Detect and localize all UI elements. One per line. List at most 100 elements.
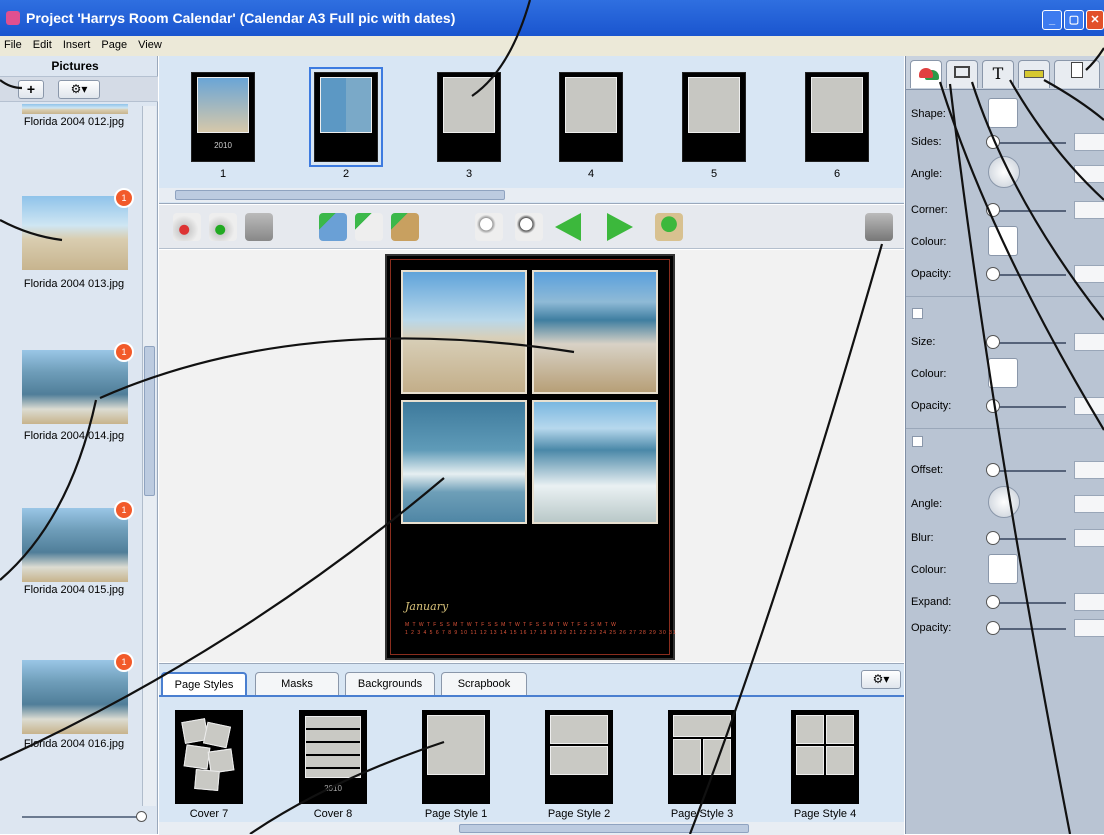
page-thumb-selected[interactable] (309, 67, 383, 167)
blur-field[interactable] (1074, 529, 1104, 547)
add-picture-icon[interactable] (319, 213, 347, 241)
menu-edit[interactable]: Edit (29, 36, 56, 51)
shape-tab-icon[interactable] (910, 60, 942, 88)
corner-field[interactable] (1074, 201, 1104, 219)
angle-dial[interactable] (988, 156, 1020, 188)
ruler-tab-icon[interactable] (1018, 60, 1050, 88)
pictures-gear-button[interactable]: ⚙▾ (58, 80, 100, 99)
sides-field[interactable] (1074, 133, 1104, 151)
border-colour-swatch[interactable] (988, 358, 1018, 388)
page-thumb[interactable]: 2010 (191, 72, 255, 162)
calendar-page[interactable]: January M T W T F S S M T W T F S S M T … (385, 254, 676, 660)
picture-thumb[interactable]: 1 (22, 500, 134, 582)
tab-scrapbook[interactable]: Scrapbook (441, 672, 527, 696)
menu-file[interactable]: File (0, 36, 26, 51)
photo-slot[interactable] (401, 400, 527, 524)
page-style-thumb[interactable] (545, 710, 613, 804)
page-thumb-placeholder (443, 77, 495, 133)
shadow-colour-swatch[interactable] (988, 554, 1018, 584)
tab-underline (159, 695, 904, 697)
add-text-icon[interactable] (355, 213, 383, 241)
shadow-angle-dial[interactable] (988, 486, 1020, 518)
page-style-thumb[interactable] (791, 710, 859, 804)
page-tab-icon[interactable] (1054, 60, 1100, 88)
page-thumb[interactable] (682, 72, 746, 162)
slider-knob[interactable] (136, 811, 147, 822)
delete-icon[interactable] (245, 213, 273, 241)
page-thumb-caption: 2010 (214, 141, 232, 150)
previous-page-icon[interactable] (555, 213, 581, 241)
preview-book-icon[interactable] (655, 213, 683, 241)
page-style-thumb[interactable] (422, 710, 490, 804)
page-thumb[interactable] (805, 72, 869, 162)
slider-knob[interactable] (986, 595, 1000, 609)
close-button[interactable]: ✕ (1086, 10, 1104, 30)
undo-icon[interactable] (173, 213, 201, 241)
shopping-cart-icon[interactable] (865, 213, 893, 241)
redo-icon[interactable] (209, 213, 237, 241)
scrollbar-thumb[interactable] (459, 824, 749, 833)
photo-slot[interactable] (532, 400, 658, 524)
tab-masks[interactable]: Masks (255, 672, 339, 696)
text-tab-icon[interactable]: T (982, 60, 1014, 88)
scrollbar-thumb[interactable] (175, 190, 505, 200)
photo-slot[interactable] (532, 270, 658, 394)
styles-gear-button[interactable]: ⚙▾ (861, 670, 901, 689)
slider-knob[interactable] (986, 203, 1000, 217)
usage-badge: 1 (114, 652, 134, 672)
slider-knob[interactable] (986, 621, 1000, 635)
scrollbar-thumb[interactable] (144, 346, 155, 496)
menu-bar: File Edit Insert Page View (0, 36, 1104, 56)
slider-knob[interactable] (986, 335, 1000, 349)
picture-thumb[interactable]: 1 (22, 342, 134, 424)
slider-knob[interactable] (986, 531, 1000, 545)
tab-backgrounds[interactable]: Backgrounds (345, 672, 435, 696)
slider-knob[interactable] (986, 267, 1000, 281)
size-field[interactable] (1074, 333, 1104, 351)
border-tab-icon[interactable] (946, 60, 978, 88)
zoom-out-icon[interactable] (475, 213, 503, 241)
tab-page-styles[interactable]: Page Styles (161, 672, 247, 696)
page-style-thumb[interactable]: 2010 (299, 710, 367, 804)
border-opacity-field[interactable] (1074, 397, 1104, 415)
page-strip-scrollbar[interactable] (159, 188, 904, 202)
angle-field[interactable] (1074, 165, 1104, 183)
design-canvas[interactable]: January M T W T F S S M T W T F S S M T … (159, 250, 904, 662)
page-thumb[interactable] (559, 72, 623, 162)
menu-page[interactable]: Page (97, 36, 131, 51)
border-opacity-label: Opacity: (911, 400, 952, 412)
page-style-thumb[interactable] (175, 710, 243, 804)
page-style-thumb[interactable] (668, 710, 736, 804)
month-label[interactable]: January (405, 600, 448, 613)
pictures-scrollbar[interactable] (142, 106, 156, 806)
next-page-icon[interactable] (607, 213, 633, 241)
page-thumb[interactable] (437, 72, 501, 162)
shadow-angle-field[interactable] (1074, 495, 1104, 513)
usage-badge: 1 (114, 500, 134, 520)
maximize-button[interactable]: ▢ (1064, 10, 1084, 30)
add-page-icon[interactable] (391, 213, 419, 241)
slider-knob[interactable] (986, 463, 1000, 477)
opacity-label: Opacity: (911, 268, 952, 280)
menu-insert[interactable]: Insert (59, 36, 95, 51)
shape-picker[interactable] (988, 98, 1018, 128)
add-picture-button[interactable]: + (18, 80, 44, 99)
thumbnail-size-slider[interactable] (22, 816, 142, 818)
photo-slot[interactable] (401, 270, 527, 394)
offset-field[interactable] (1074, 461, 1104, 479)
shadow-opacity-field[interactable] (1074, 619, 1104, 637)
picture-thumb[interactable]: 1 (22, 188, 134, 270)
shadow-checkbox[interactable] (912, 436, 923, 447)
border-checkbox[interactable] (912, 308, 923, 319)
picture-thumb[interactable] (22, 104, 128, 114)
colour-swatch[interactable] (988, 226, 1018, 256)
picture-thumb[interactable]: 1 (22, 652, 134, 734)
opacity-field[interactable] (1074, 265, 1104, 283)
slider-knob[interactable] (986, 135, 1000, 149)
expand-field[interactable] (1074, 593, 1104, 611)
menu-view[interactable]: View (134, 36, 166, 51)
styles-scrollbar[interactable] (159, 822, 904, 835)
slider-knob[interactable] (986, 399, 1000, 413)
minimize-button[interactable]: _ (1042, 10, 1062, 30)
zoom-in-icon[interactable] (515, 213, 543, 241)
